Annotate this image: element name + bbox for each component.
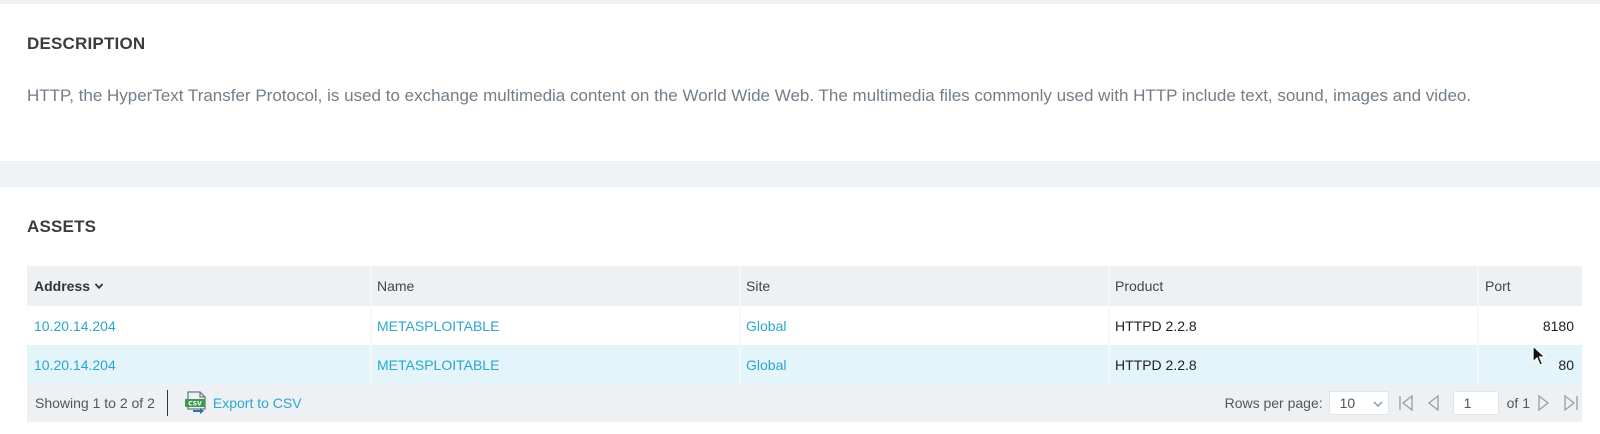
site-cell: Global — [739, 345, 1108, 384]
address-cell: 10.20.14.204 — [27, 306, 370, 345]
last-page-icon — [1564, 394, 1578, 412]
next-page-button[interactable] — [1532, 391, 1554, 415]
description-text: HTTP, the HyperText Transfer Protocol, i… — [27, 86, 1472, 105]
table-footer: Showing 1 to 2 of 2 CSV Export to CSV Ro… — [27, 384, 1582, 422]
rows-per-page-value: 10 — [1339, 395, 1356, 411]
export-csv-button[interactable]: CSV Export to CSV — [182, 389, 302, 417]
column-header-product[interactable]: Product — [1108, 266, 1477, 306]
csv-file-icon: CSV — [184, 391, 206, 414]
description-title: DESCRIPTION — [27, 34, 146, 53]
site-link[interactable]: Global — [746, 318, 786, 334]
name-cell: METASPLOITABLE — [370, 306, 739, 345]
assets-panel: ASSETS Address Name Site Product Port 10… — [0, 187, 1600, 434]
column-header-label: Name — [377, 278, 415, 294]
column-header-port[interactable]: Port — [1477, 266, 1582, 306]
product-cell: HTTPD 2.2.8 — [1108, 345, 1477, 384]
column-header-label: Product — [1115, 278, 1164, 294]
product-value: HTTPD 2.2.8 — [1115, 317, 1197, 334]
assets-title: ASSETS — [27, 217, 97, 236]
footer-divider — [166, 390, 168, 416]
mouse-cursor-icon — [1532, 345, 1547, 366]
table-header: Address Name Site Product Port — [27, 266, 1582, 306]
address-link[interactable]: 10.20.14.204 — [34, 318, 116, 334]
address-link[interactable]: 10.20.14.204 — [34, 357, 116, 373]
name-link[interactable]: METASPLOITABLE — [377, 318, 499, 334]
site-cell: Global — [739, 306, 1108, 345]
table-row[interactable]: 10.20.14.204 METASPLOITABLE Global HTTPD… — [27, 345, 1582, 384]
name-link[interactable]: METASPLOITABLE — [377, 357, 499, 373]
page-number-input[interactable]: 1 — [1452, 391, 1499, 415]
rows-per-page-select[interactable]: 10 — [1328, 391, 1389, 415]
rows-per-page-label: Rows per page: — [1224, 395, 1323, 411]
prev-page-button[interactable] — [1423, 391, 1445, 415]
column-header-label: Port — [1485, 278, 1511, 294]
port-value: 8180 — [1542, 317, 1574, 334]
column-header-name[interactable]: Name — [370, 266, 739, 306]
column-header-address[interactable]: Address — [27, 266, 370, 306]
port-value: 80 — [1558, 356, 1574, 373]
site-link[interactable]: Global — [746, 357, 786, 373]
assets-table: Address Name Site Product Port 10.20.14.… — [27, 266, 1582, 422]
column-header-label: Site — [746, 278, 771, 294]
svg-text:CSV: CSV — [188, 401, 202, 408]
first-page-button[interactable] — [1395, 391, 1417, 415]
chevron-down-icon — [94, 283, 104, 290]
prev-page-icon — [1427, 394, 1439, 412]
column-header-site[interactable]: Site — [739, 266, 1108, 306]
pagination: Rows per page: 10 1 of 1 — [1225, 384, 1582, 422]
address-cell: 10.20.14.204 — [27, 345, 370, 384]
product-cell: HTTPD 2.2.8 — [1108, 306, 1477, 345]
port-cell: 80 — [1477, 345, 1582, 384]
table-row[interactable]: 10.20.14.204 METASPLOITABLE Global HTTPD… — [27, 306, 1582, 345]
last-page-button[interactable] — [1560, 391, 1582, 415]
chevron-down-icon — [1373, 401, 1383, 407]
name-cell: METASPLOITABLE — [370, 345, 739, 384]
description-panel: DESCRIPTION HTTP, the HyperText Transfer… — [0, 4, 1600, 161]
next-page-icon — [1538, 394, 1550, 412]
page-number-value: 1 — [1463, 395, 1472, 411]
column-header-label: Address — [34, 278, 91, 294]
first-page-icon — [1398, 394, 1413, 412]
port-cell: 8180 — [1477, 306, 1582, 345]
page-total: of 1 — [1506, 395, 1530, 411]
export-csv-label: Export to CSV — [212, 395, 302, 411]
product-value: HTTPD 2.2.8 — [1115, 356, 1197, 373]
showing-count: Showing 1 to 2 of 2 — [35, 395, 155, 411]
